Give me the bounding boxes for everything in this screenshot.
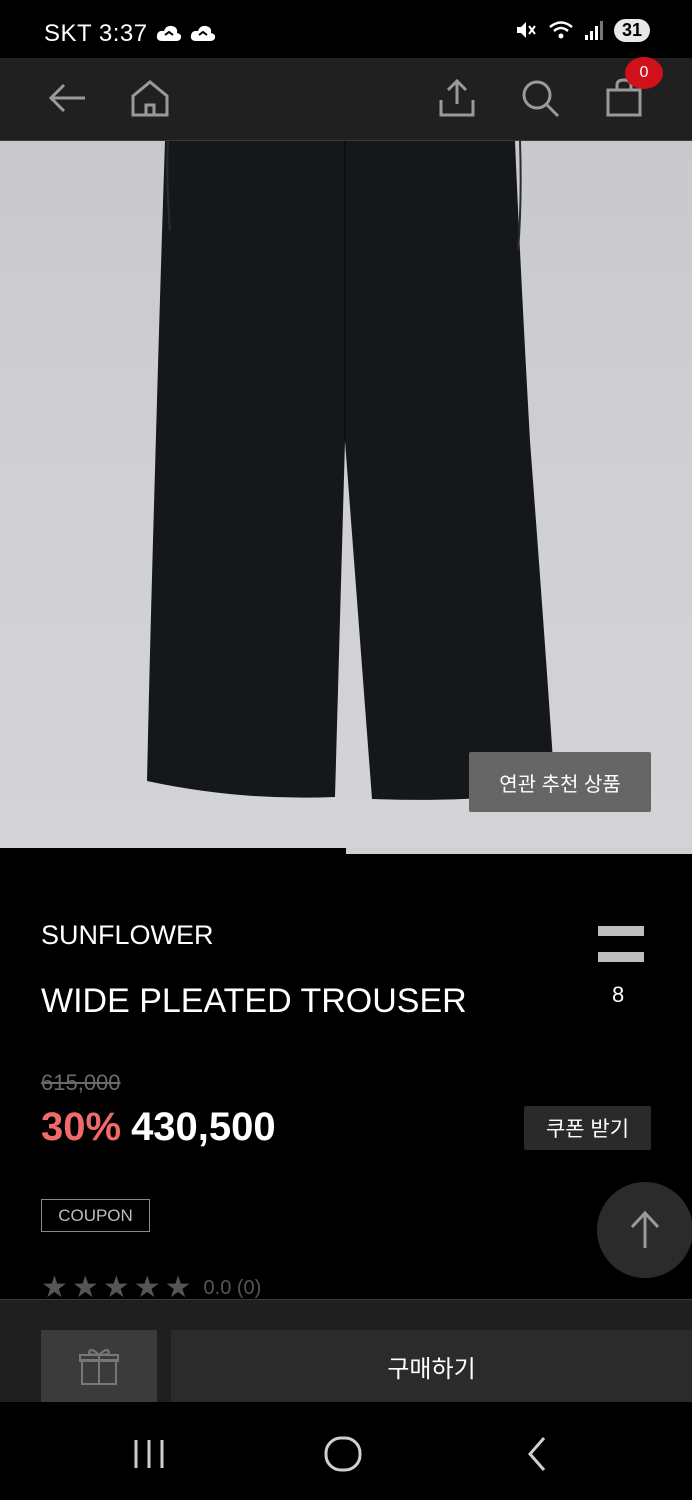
- signal-icon: [584, 21, 603, 40]
- wifi-icon: [549, 21, 573, 39]
- top-nav: [0, 58, 692, 141]
- back-button[interactable]: [37, 68, 97, 128]
- original-price: 615,000: [41, 1070, 121, 1095]
- home-icon: [131, 80, 169, 117]
- home-button[interactable]: [120, 68, 180, 128]
- arrow-up-icon: [630, 1210, 660, 1248]
- price-row: 30% 430,500: [41, 1105, 276, 1150]
- cloud-icon: [156, 25, 181, 41]
- discount-rate: 30%: [41, 1105, 122, 1149]
- sale-price: 430,500: [131, 1105, 276, 1149]
- share-button[interactable]: [427, 68, 487, 128]
- status-bar: SKT 3:37 31: [0, 0, 692, 58]
- buy-button[interactable]: 구매하기: [171, 1330, 692, 1402]
- star-icon: ★: [71, 1276, 99, 1300]
- coupon-badge: COUPON: [41, 1199, 150, 1232]
- carrier-time: SKT 3:37: [44, 20, 148, 47]
- rating-text: 0.0 (0): [203, 1276, 262, 1299]
- star-icon: ★: [41, 1276, 68, 1300]
- back-arrow-icon: [48, 83, 85, 113]
- like-icon[interactable]: [598, 926, 644, 962]
- system-back-button[interactable]: [507, 1424, 567, 1484]
- brand-name[interactable]: SUNFLOWER: [41, 920, 214, 951]
- gift-icon: [79, 1349, 119, 1385]
- carousel-progress-fill: [0, 848, 346, 854]
- cloud-icon: [190, 25, 215, 41]
- star-icon: ★: [133, 1276, 161, 1300]
- gift-button[interactable]: [41, 1330, 157, 1402]
- system-home-button[interactable]: [313, 1424, 373, 1484]
- cart-count-badge: 0: [625, 57, 663, 89]
- recents-icon: [134, 1440, 164, 1468]
- search-button[interactable]: [510, 68, 570, 128]
- trousers-illustration: [147, 141, 555, 800]
- home-circle-icon: [324, 1436, 362, 1472]
- recents-button[interactable]: [119, 1424, 179, 1484]
- star-icon: ★: [102, 1276, 130, 1300]
- like-count: 8: [612, 982, 625, 1007]
- back-chevron-icon: [528, 1437, 546, 1471]
- carousel-progress-track: [346, 848, 692, 854]
- get-coupon-button[interactable]: 쿠폰 받기: [524, 1106, 651, 1150]
- product-title: WIDE PLEATED TROUSER: [41, 982, 467, 1020]
- battery-indicator: 31: [613, 18, 650, 42]
- scroll-to-top-button[interactable]: [597, 1182, 692, 1278]
- star-icon: ★: [164, 1276, 192, 1300]
- related-products-button[interactable]: 연관 추천 상품: [469, 752, 651, 812]
- product-image[interactable]: [0, 141, 692, 853]
- rating-row[interactable]: ★ ★ ★ ★ ★ 0.0 (0): [41, 1276, 261, 1300]
- share-icon: [439, 78, 475, 117]
- mute-icon: [516, 22, 536, 38]
- search-icon: [522, 80, 560, 118]
